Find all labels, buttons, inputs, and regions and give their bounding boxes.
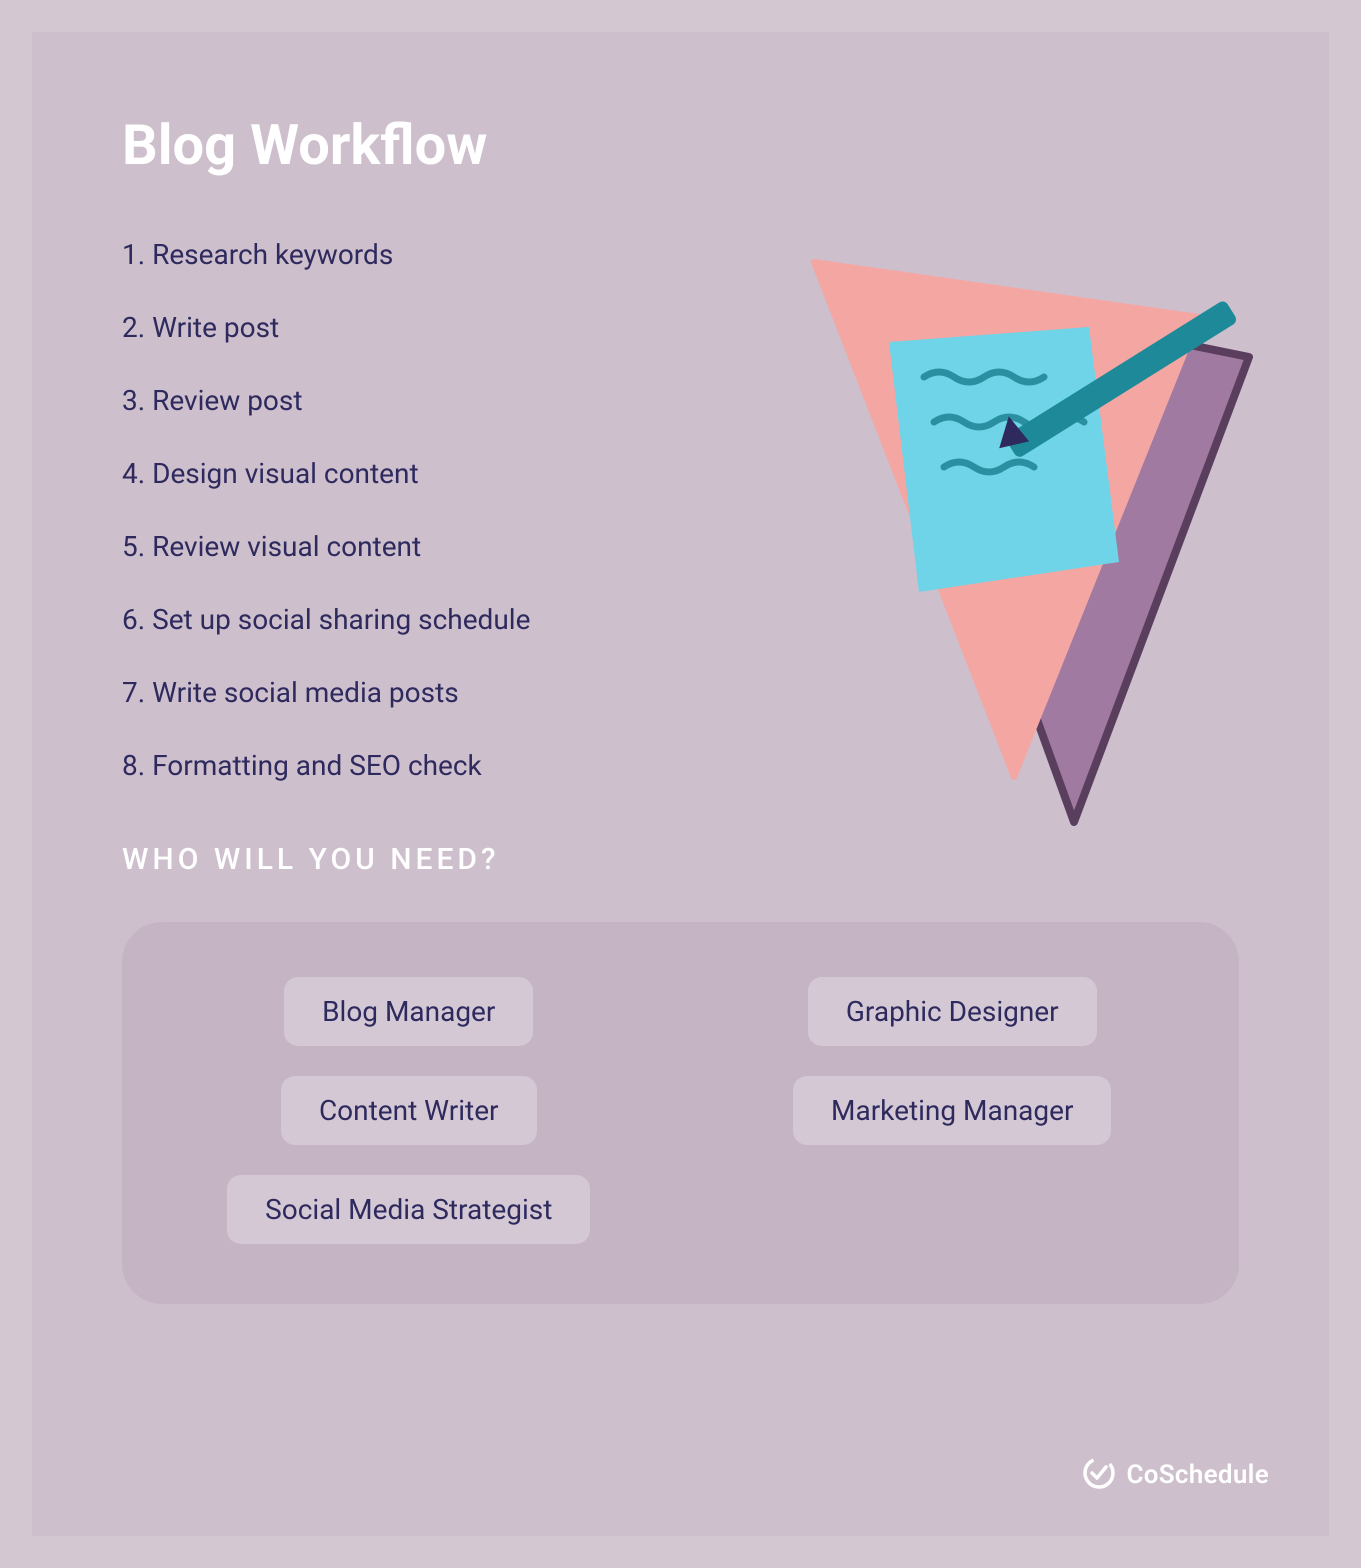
- step-number: 7.: [122, 676, 152, 709]
- role-pill: Blog Manager: [284, 977, 533, 1046]
- page-inner: Blog Workflow 1. Research keywords 2. Wr…: [32, 32, 1329, 1536]
- step-number: 6.: [122, 603, 152, 636]
- step-number: 1.: [122, 238, 152, 271]
- role-pill: Social Media Strategist: [227, 1175, 590, 1244]
- step-text: Research keywords: [152, 238, 393, 271]
- step-number: 4.: [122, 457, 152, 490]
- step-number: 2.: [122, 311, 152, 344]
- step-item: 5. Review visual content: [122, 530, 1239, 563]
- workflow-steps: 1. Research keywords 2. Write post 3. Re…: [122, 238, 1239, 782]
- step-item: 3. Review post: [122, 384, 1239, 417]
- step-item: 6. Set up social sharing schedule: [122, 603, 1239, 636]
- role-pill: Graphic Designer: [808, 977, 1097, 1046]
- step-text: Review visual content: [152, 530, 421, 563]
- step-text: Formatting and SEO check: [152, 749, 482, 782]
- step-number: 5.: [122, 530, 152, 563]
- step-item: 4. Design visual content: [122, 457, 1239, 490]
- step-text: Design visual content: [152, 457, 419, 490]
- brand-logo: CoSchedule: [1082, 1456, 1269, 1494]
- role-pill: Content Writer: [281, 1076, 537, 1145]
- step-item: 2. Write post: [122, 311, 1239, 344]
- checkmark-circle-icon: [1082, 1456, 1116, 1494]
- step-number: 3.: [122, 384, 152, 417]
- brand-text: CoSchedule: [1126, 1460, 1269, 1490]
- step-text: Set up social sharing schedule: [152, 603, 530, 636]
- page-title: Blog Workflow: [122, 112, 1239, 178]
- step-number: 8.: [122, 749, 152, 782]
- role-pill: Marketing Manager: [793, 1076, 1111, 1145]
- page-outer: Blog Workflow 1. Research keywords 2. Wr…: [0, 0, 1361, 1568]
- step-item: 7. Write social media posts: [122, 676, 1239, 709]
- who-heading: WHO WILL YOU NEED?: [122, 842, 1239, 877]
- step-text: Write social media posts: [152, 676, 459, 709]
- step-item: 8. Formatting and SEO check: [122, 749, 1239, 782]
- step-text: Review post: [152, 384, 302, 417]
- step-item: 1. Research keywords: [122, 238, 1239, 271]
- step-text: Write post: [152, 311, 279, 344]
- roles-panel: Blog Manager Graphic Designer Content Wr…: [122, 922, 1239, 1304]
